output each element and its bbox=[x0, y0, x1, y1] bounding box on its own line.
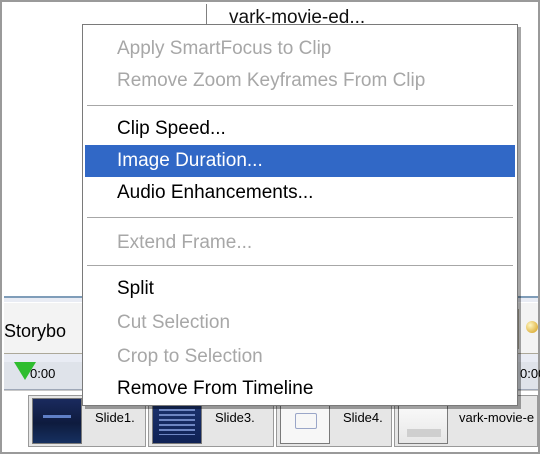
menu-item-split[interactable]: Split bbox=[85, 273, 515, 305]
menu-item-crop-to-selection[interactable]: Crop to Selection bbox=[85, 341, 515, 373]
storyboard-tab[interactable]: Storybo bbox=[4, 321, 66, 342]
slide-thumbnail bbox=[32, 398, 82, 444]
clip-context-menu: Apply SmartFocus to Clip Remove Zoom Key… bbox=[82, 24, 518, 406]
menu-separator bbox=[87, 105, 513, 106]
timeline-clip-label: Slide1. bbox=[95, 410, 135, 425]
editor-window: vark-movie-ed... Storybo 0:00 0:00 Slide… bbox=[0, 0, 540, 454]
ruler-start-time: 0:00 bbox=[30, 366, 56, 381]
menu-separator bbox=[87, 217, 513, 218]
menu-item-remove-zoom-keyframes[interactable]: Remove Zoom Keyframes From Clip bbox=[85, 65, 515, 97]
zoom-icon[interactable] bbox=[526, 321, 538, 333]
menu-item-image-duration[interactable]: Image Duration... bbox=[85, 145, 515, 177]
menu-item-remove-from-timeline[interactable]: Remove From Timeline bbox=[85, 373, 515, 405]
menu-item-clip-speed[interactable]: Clip Speed... bbox=[85, 113, 515, 145]
ruler-end-time: 0:00 bbox=[520, 366, 540, 381]
menu-item-cut-selection[interactable]: Cut Selection bbox=[85, 307, 515, 339]
menu-item-extend-frame[interactable]: Extend Frame... bbox=[85, 227, 515, 259]
menu-item-apply-smartfocus[interactable]: Apply SmartFocus to Clip bbox=[85, 33, 515, 65]
timeline-clip-label: Slide4. bbox=[343, 410, 383, 425]
divider bbox=[518, 309, 519, 349]
timeline-clip-label: Slide3. bbox=[215, 410, 255, 425]
menu-item-audio-enhancements[interactable]: Audio Enhancements... bbox=[85, 177, 515, 209]
menu-separator bbox=[87, 265, 513, 266]
timeline-clip-label: vark-movie-e bbox=[459, 410, 535, 425]
